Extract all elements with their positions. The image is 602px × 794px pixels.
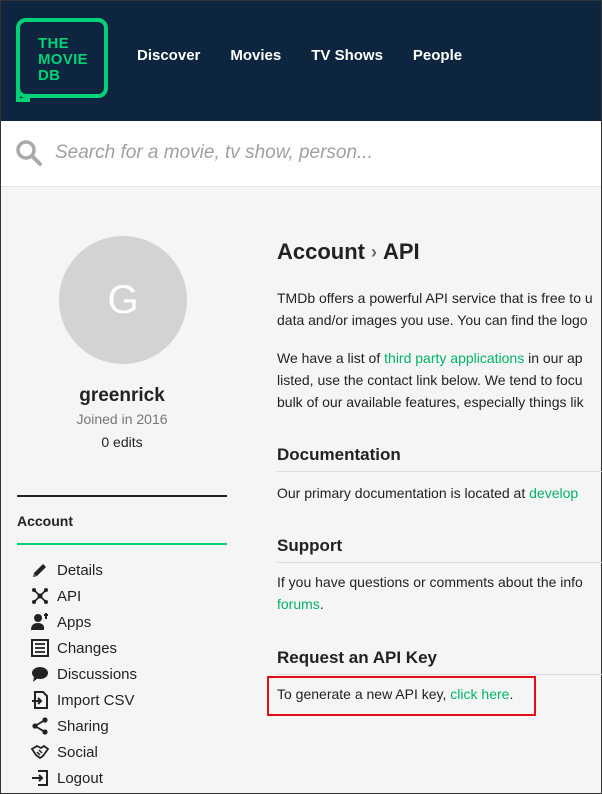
sidebar-item-apps[interactable]: Apps: [31, 609, 137, 635]
sidebar-item-changes[interactable]: Changes: [31, 635, 137, 661]
sidebar-item-discussions[interactable]: Discussions: [31, 661, 137, 687]
sidebar-item-label: Details: [57, 561, 103, 579]
main-nav: Discover Movies TV Shows People: [137, 47, 492, 64]
pencil-icon: [31, 561, 49, 579]
breadcrumb-account[interactable]: Account: [277, 239, 365, 265]
support-line-2: forums.: [277, 593, 583, 615]
apps-text-pre: We have a list of: [277, 350, 385, 366]
documentation-text-pre: Our primary documentation is located at: [277, 485, 530, 501]
apps-line-3: bulk of our available features, especial…: [277, 394, 584, 410]
chevron-right-icon: ›: [371, 241, 377, 262]
tmdb-logo[interactable]: THE MOVIE DB: [16, 18, 108, 98]
logo-line-the: THE: [38, 35, 69, 52]
intro-line-1: TMDb offers a powerful API service that …: [277, 290, 593, 306]
third-party-apps-link[interactable]: third party applications: [384, 350, 524, 366]
logo-line-movie: MOVIE: [38, 51, 88, 68]
sidebar-item-label: Social: [57, 743, 98, 761]
apps-paragraph: We have a list of third party applicatio…: [277, 347, 584, 413]
developers-link[interactable]: develop: [529, 485, 578, 501]
handshake-icon: [31, 743, 49, 761]
sidebar-item-social[interactable]: Social: [31, 739, 137, 765]
logout-icon: [31, 769, 49, 787]
chat-bubble-icon: [31, 665, 49, 683]
sidebar-item-import-csv[interactable]: Import CSV: [31, 687, 137, 713]
forums-link[interactable]: forums: [277, 596, 320, 612]
breadcrumb-api: API: [383, 239, 420, 264]
sidebar-item-sharing[interactable]: Sharing: [31, 713, 137, 739]
logo-tail: [16, 90, 30, 102]
avatar[interactable]: G: [59, 236, 187, 364]
support-period: .: [319, 596, 324, 612]
user-key-icon: [31, 613, 49, 631]
intro-line-2: data and/or images you use. You can find…: [277, 312, 588, 328]
edit-count: 0 edits: [101, 434, 143, 450]
logo-text: THE MOVIE DB: [38, 36, 100, 84]
sidebar-section-underline: [17, 543, 227, 545]
sidebar-item-label: API: [57, 587, 82, 605]
search-icon[interactable]: [15, 139, 43, 167]
account-menu: Details API Apps Changes Discussions Imp…: [31, 557, 137, 791]
list-icon: [31, 639, 49, 657]
sidebar-item-label: Changes: [57, 639, 118, 657]
sidebar-item-api[interactable]: API: [31, 583, 137, 609]
username: greenrick: [79, 385, 165, 406]
logo-line-db: DB: [38, 67, 61, 84]
apps-text-post: in our ap: [524, 350, 583, 366]
nav-discover[interactable]: Discover: [137, 47, 200, 64]
apps-line-1: We have a list of third party applicatio…: [277, 347, 584, 369]
import-file-icon: [31, 691, 49, 709]
search-bar: [1, 121, 601, 187]
highlight-box: [267, 676, 536, 716]
api-icon: [31, 587, 49, 605]
sidebar-item-details[interactable]: Details: [31, 557, 137, 583]
apps-line-2: listed, use the contact link below. We t…: [277, 372, 583, 388]
sidebar-item-label: Apps: [57, 613, 92, 631]
top-navigation-bar: THE MOVIE DB Discover Movies TV Shows Pe…: [1, 1, 601, 121]
nav-movies[interactable]: Movies: [230, 47, 281, 64]
documentation-text: Our primary documentation is located at …: [277, 482, 578, 504]
support-heading: Support: [277, 536, 602, 563]
nav-people[interactable]: People: [413, 47, 462, 64]
intro-paragraph: TMDb offers a powerful API service that …: [277, 287, 593, 331]
support-text: If you have questions or comments about …: [277, 571, 583, 615]
sidebar-item-label: Discussions: [57, 665, 138, 683]
sidebar-item-logout[interactable]: Logout: [31, 765, 137, 791]
joined-date: Joined in 2016: [76, 411, 168, 427]
documentation-heading: Documentation: [277, 445, 602, 472]
nav-tv-shows[interactable]: TV Shows: [311, 47, 383, 64]
support-line-1: If you have questions or comments about …: [277, 574, 583, 590]
search-input[interactable]: [55, 135, 585, 171]
request-api-key-heading: Request an API Key: [277, 648, 602, 675]
sidebar-item-label: Sharing: [57, 717, 109, 735]
sidebar-section-label: Account: [17, 513, 73, 529]
share-icon: [31, 717, 49, 735]
sidebar-divider: [17, 495, 227, 497]
sidebar-item-label: Import CSV: [57, 691, 135, 709]
breadcrumb: Account › API: [277, 239, 420, 265]
sidebar-item-label: Logout: [57, 769, 103, 787]
